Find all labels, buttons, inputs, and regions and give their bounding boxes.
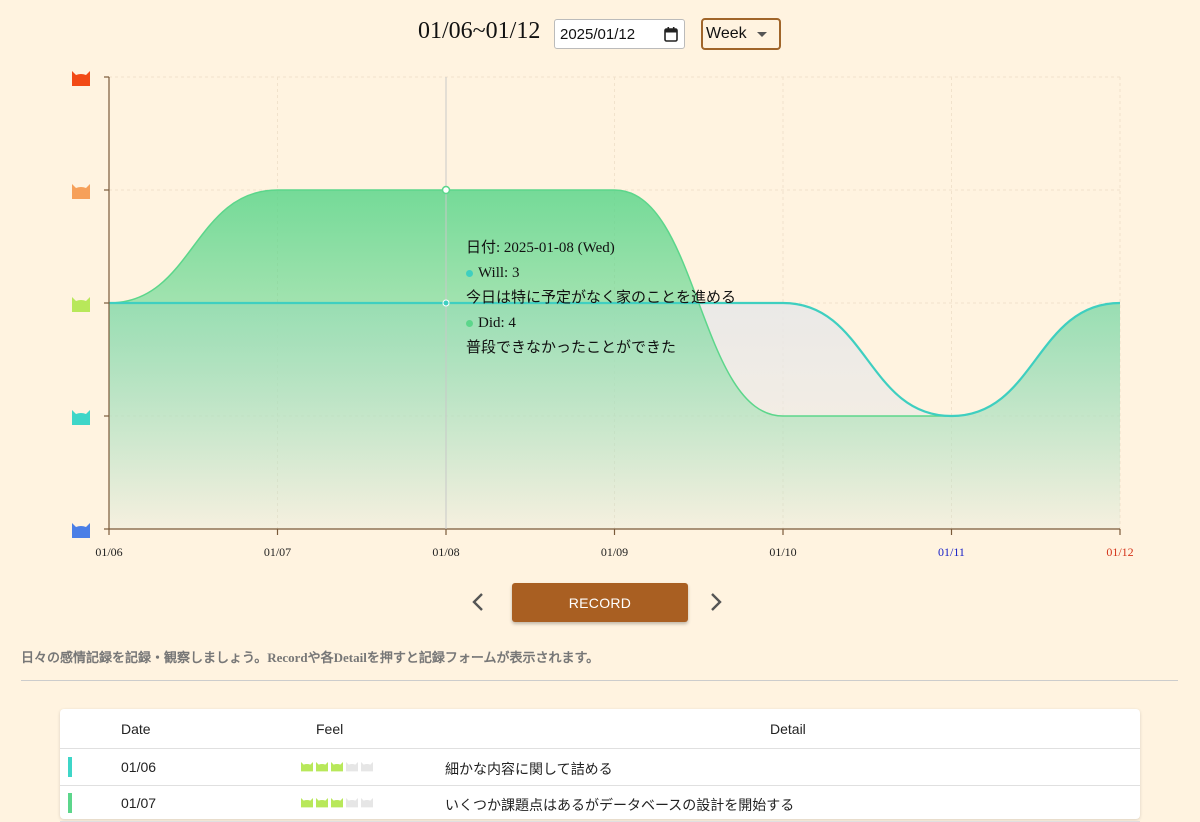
range-title: 01/06~01/12 bbox=[418, 18, 541, 44]
did-dot bbox=[466, 320, 473, 328]
x-tick-label: 01/07 bbox=[264, 545, 291, 559]
row-detail[interactable]: 細かな内容に関して詰める bbox=[445, 759, 613, 779]
y-axis-icons bbox=[72, 71, 90, 538]
cat-icon-shape bbox=[72, 71, 90, 86]
cat-icon-shape bbox=[72, 297, 90, 312]
tooltip-will-row: Will: 3 bbox=[466, 261, 736, 286]
header-date: Date bbox=[121, 721, 151, 737]
cat-blue-icon bbox=[72, 523, 90, 538]
table-row[interactable]: 01/06 細かな内容に関して詰める bbox=[60, 749, 1140, 786]
row-detail[interactable]: いくつか課題点はあるがデータベースの設計を開始する bbox=[445, 795, 794, 815]
cat-rating-icon bbox=[346, 762, 358, 772]
help-text: 日々の感情記録を記録・観察しましょう。Recordや各Detailを押すと記録フ… bbox=[21, 650, 600, 665]
record-button[interactable]: RECORD bbox=[512, 583, 688, 622]
cat-rating-icon bbox=[316, 798, 328, 808]
x-tick-label: 01/09 bbox=[601, 545, 628, 559]
table-header: Date Feel Detail bbox=[60, 709, 1140, 749]
period-select[interactable]: Week bbox=[701, 18, 781, 50]
did-hover-point bbox=[441, 185, 451, 195]
cat-lime-icon bbox=[72, 297, 90, 312]
cat-rating-icon bbox=[301, 798, 313, 808]
table-row[interactable]: 01/07 いくつか課題点はあるがデータベースの設計を開始する bbox=[60, 785, 1140, 822]
x-axis-labels: 01/06 01/07 01/08 01/09 01/10 01/11 01/12 bbox=[95, 545, 1133, 559]
prev-week-button[interactable] bbox=[466, 590, 490, 614]
cat-icon-shape bbox=[72, 410, 90, 425]
cat-red-icon bbox=[72, 71, 90, 86]
cat-rating-icon bbox=[361, 798, 373, 808]
date-value: 2025/01/12 bbox=[560, 25, 636, 43]
x-tick-label: 01/12 bbox=[1106, 545, 1133, 559]
tooltip-date: 日付: 2025-01-08 (Wed) bbox=[466, 240, 615, 256]
period-selected-value: Week bbox=[706, 25, 747, 42]
tooltip-did-row: Did: 4 bbox=[466, 311, 736, 336]
row-date: 01/06 bbox=[121, 759, 157, 775]
divider bbox=[21, 680, 1178, 681]
cat-rating-icon bbox=[331, 762, 343, 772]
chart-tooltip: 日付: 2025-01-08 (Wed) Will: 3 今日は特に予定がなく家… bbox=[466, 236, 736, 361]
header-feel: Feel bbox=[316, 721, 344, 737]
record-table: Date Feel Detail 01/06 細かな内容に関して詰める 01/07 い… bbox=[60, 709, 1140, 822]
next-week-button[interactable] bbox=[704, 590, 728, 614]
row-color-bar bbox=[68, 757, 72, 777]
x-tick-label: 01/08 bbox=[432, 545, 459, 559]
x-tick-label: 01/10 bbox=[769, 545, 796, 559]
cat-icon-shape bbox=[72, 523, 90, 538]
cat-rating-icon bbox=[316, 762, 328, 772]
tooltip-will-note: 今日は特に予定がなく家のことを進める bbox=[466, 290, 737, 306]
tooltip-will: Will: 3 bbox=[478, 265, 520, 281]
tooltip-did: Did: 4 bbox=[478, 315, 516, 331]
calendar-icon[interactable] bbox=[664, 26, 678, 46]
row-feel-rating bbox=[300, 760, 374, 772]
chevron-left-icon bbox=[472, 593, 483, 611]
cat-teal-icon bbox=[72, 410, 90, 425]
chevron-right-icon bbox=[711, 593, 722, 611]
date-input[interactable]: 2025/01/12 bbox=[554, 19, 685, 49]
will-hover-point bbox=[442, 299, 450, 307]
row-date: 01/07 bbox=[121, 795, 157, 811]
cat-rating-icon bbox=[301, 762, 313, 772]
cat-rating-icon bbox=[331, 798, 343, 808]
cat-rating-icon bbox=[346, 798, 358, 808]
chevron-down-icon bbox=[757, 32, 767, 37]
row-feel-rating bbox=[300, 796, 374, 808]
will-dot bbox=[466, 270, 473, 278]
cat-rating-icon bbox=[361, 762, 373, 772]
x-tick-label: 01/11 bbox=[938, 545, 965, 559]
header-detail: Detail bbox=[770, 721, 806, 737]
tooltip-did-note: 普段できなかったことができた bbox=[466, 340, 677, 356]
cat-icon-shape bbox=[72, 184, 90, 199]
cat-peach-icon bbox=[72, 184, 90, 199]
row-color-bar bbox=[68, 793, 72, 813]
x-tick-label: 01/06 bbox=[95, 545, 122, 559]
